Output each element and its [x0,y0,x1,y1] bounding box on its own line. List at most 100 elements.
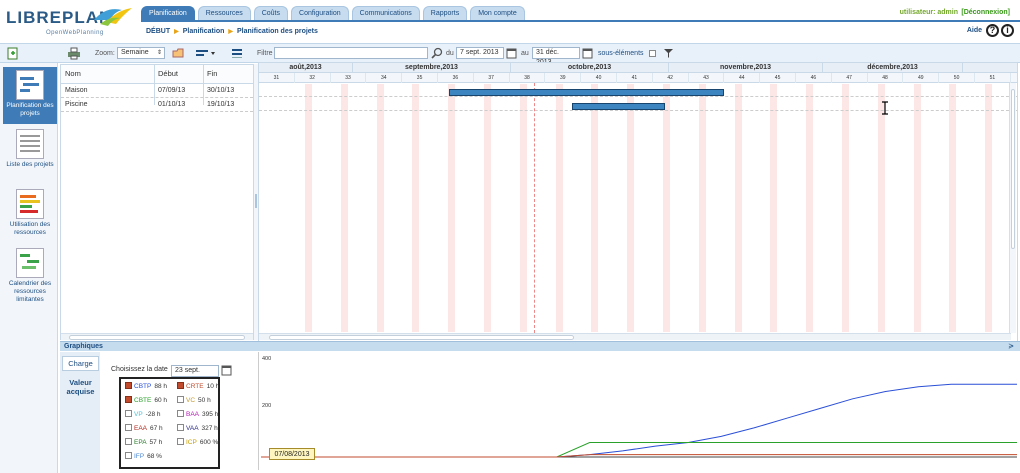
calendar-resources-icon [16,248,44,278]
indicator-checkbox[interactable] [177,382,184,389]
main-tab[interactable]: Ressources [197,6,251,20]
column-header-end[interactable]: Fin [207,69,217,78]
filter-input[interactable] [274,47,428,59]
cell-end[interactable]: 30/10/13 [207,87,234,94]
table-row[interactable]: Maison 07/09/13 30/10/13 [61,85,253,98]
scroll-thumb[interactable] [1011,89,1015,249]
indicator-code: CBTP [134,383,152,390]
chart-canvas [261,383,1017,458]
cell-name[interactable]: Piscine [65,101,88,108]
breadcrumb-item[interactable]: Planification [183,28,225,35]
scroll-thumb[interactable] [69,335,245,340]
new-project-icon[interactable] [6,47,20,60]
indicator-item[interactable]: ICP 600 % [177,438,218,446]
cell-name[interactable]: Maison [65,87,88,94]
scroll-thumb[interactable] [269,335,574,340]
main-tab[interactable]: Communications [351,6,420,20]
weekend-stripe [842,84,849,332]
weekend-stripe [663,84,670,332]
cell-start[interactable]: 01/10/13 [158,101,185,108]
nav-limiting-resources[interactable]: Calendrier des ressources limitantes [3,248,57,308]
planning-toolbar: Zoom: Semaine ⇕ Filtre du 7 sept. 2013 a… [0,43,1020,66]
expand-hand-icon[interactable] [171,47,185,60]
indicator-checkbox[interactable] [177,424,184,431]
nav-project-planning[interactable]: Planification des projets [3,67,57,124]
indicator-item[interactable]: CBTE 60 h [125,396,167,404]
help-area: Aide ? i [967,24,1014,37]
info-icon[interactable]: i [1001,24,1014,37]
breadcrumb-item[interactable]: DÉBUT [146,28,170,35]
indicator-checkbox[interactable] [125,382,132,389]
subelements-label: sous-éléments [598,50,644,57]
main-tab[interactable]: Planification [141,6,195,20]
indicator-checkbox[interactable] [177,410,184,417]
indicator-checkbox[interactable] [177,438,184,445]
indicator-item[interactable]: EPA 57 h [125,438,162,446]
indicator-item[interactable]: VP -28 h [125,410,161,418]
calendar-icon[interactable] [506,47,517,60]
main-tab[interactable]: Coûts [253,6,289,20]
indicator-item[interactable]: CRTE 10 h [177,382,219,390]
cell-start[interactable]: 07/09/13 [158,87,185,94]
subelements-checkbox[interactable] [649,50,656,57]
from-date-input[interactable]: 7 sept. 2013 [456,47,504,59]
indicator-item[interactable]: EAA 67 h [125,424,163,432]
task-bar-maison[interactable] [449,89,724,96]
breadcrumb-item[interactable]: Planification des projets [237,28,318,35]
indicator-item[interactable]: IFP 68 % [125,452,162,460]
gantt-vertical-scrollbar[interactable] [1009,83,1016,333]
search-icon[interactable] [430,47,444,60]
cell-end[interactable]: 19/10/13 [207,101,234,108]
gantt-row-line [259,110,1017,111]
gantt-week-label: 43 [689,73,725,83]
indicator-item[interactable]: BAA 395 h [177,410,218,418]
filter-apply-icon[interactable] [663,47,674,60]
column-header-name[interactable]: Nom [65,69,81,78]
task-bar-piscine[interactable] [572,103,665,110]
indicator-value: -28 h [145,411,161,418]
logo-subtitle: OpenWebPlanning [46,30,104,36]
weekend-stripe [770,84,778,332]
logout-link[interactable]: [Déconnexion] [961,9,1010,16]
indicator-checkbox[interactable] [177,396,184,403]
main-tab[interactable]: Rapports [422,6,468,20]
libreplan-logo[interactable]: LIBREPLAN OpenWebPlanning [6,4,134,38]
zoom-select[interactable]: Semaine ⇕ [117,47,165,59]
to-date-input[interactable]: 31 déc. 2013 [532,47,580,66]
date-input[interactable]: 23 sept. 2013 [171,365,219,384]
nav-project-list[interactable]: Liste des projets [3,129,57,179]
graphics-header[interactable]: Graphiques ≽ [60,341,1020,351]
indicator-item[interactable]: VC 50 h [177,396,211,404]
indicator-checkbox[interactable] [125,452,132,459]
table-row[interactable]: Piscine 01/10/13 19/10/13 [61,99,253,112]
tab-earned-value[interactable]: Valeur acquise [62,378,99,396]
main-tab[interactable]: Mon compte [470,6,525,20]
calendar-icon[interactable] [221,365,232,377]
calendar-icon[interactable] [582,47,593,60]
indicator-checkbox[interactable] [125,410,132,417]
print-icon[interactable] [67,47,81,60]
main-tabs: Planification Ressources Coûts Configuratio… [141,6,525,20]
gantt-week-label: 46 [796,73,832,83]
help-link[interactable]: Aide [967,27,982,34]
tree-horizontal-scrollbar[interactable] [61,333,253,340]
gantt-horizontal-scrollbar[interactable] [259,333,1011,340]
column-header-start[interactable]: Début [158,69,178,78]
indicator-checkbox[interactable] [125,424,132,431]
collapse-icon[interactable]: ≽ [1008,342,1014,350]
gantt-week-label: 44 [724,73,761,83]
gantt-week-label: 35 [402,73,438,83]
indicator-checkbox[interactable] [125,396,132,403]
nav-label: Planification des projets [6,102,54,117]
splitter-handle[interactable] [255,194,257,208]
weekend-stripe [484,84,491,332]
nav-resource-usage[interactable]: Utilisation des ressources [3,189,57,239]
indicator-item[interactable]: VAA 327 h [177,424,218,432]
align-icon[interactable] [230,47,244,60]
view-options-icon[interactable] [195,47,217,60]
help-icon[interactable]: ? [986,24,999,37]
indicator-item[interactable]: CBTP 88 h [125,382,167,390]
main-tab[interactable]: Configuration [291,6,349,20]
indicator-checkbox[interactable] [125,438,132,445]
tab-charge[interactable]: Charge [62,356,99,371]
